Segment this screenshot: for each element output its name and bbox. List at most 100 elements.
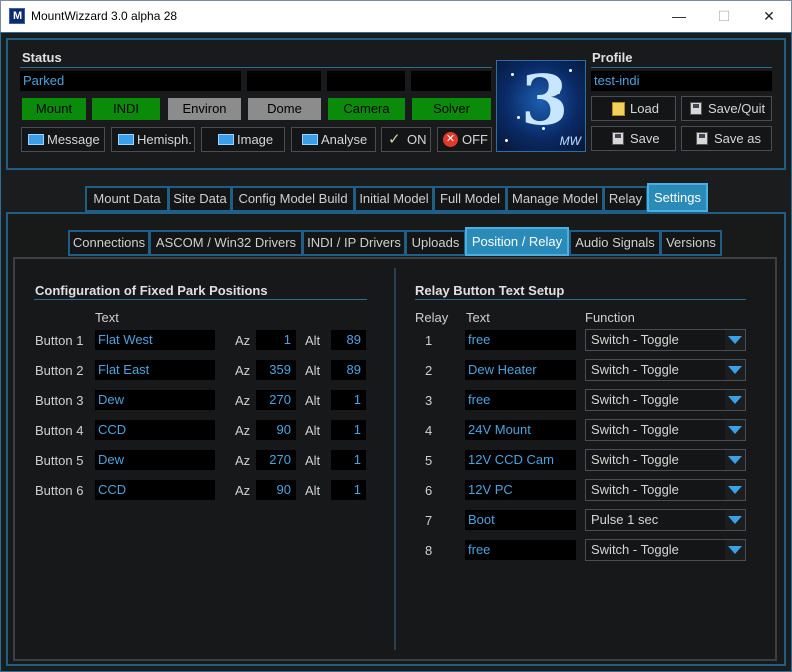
relay-text-field[interactable]: 12V PC [465, 480, 576, 500]
floppy-icon [612, 132, 624, 145]
relay-number: 4 [425, 423, 433, 438]
park-button-label: Button 5 [35, 453, 84, 468]
chevron-down-icon[interactable] [725, 420, 745, 440]
monitor-icon [28, 134, 44, 145]
tab-config-model-build[interactable]: Config Model Build [231, 186, 355, 212]
relay-function-value: Switch - Toggle [591, 362, 679, 377]
chevron-down-icon[interactable] [725, 480, 745, 500]
maximize-button[interactable]: ☐ [701, 1, 747, 32]
az-label: Az [235, 333, 251, 348]
relay-text-field[interactable]: Boot [465, 510, 576, 530]
relay-function-dropdown[interactable]: Switch - Toggle [585, 539, 746, 561]
relay-function-dropdown[interactable]: Switch - Toggle [585, 329, 746, 351]
az-label: Az [235, 483, 251, 498]
floppy-icon [690, 102, 702, 115]
image-button[interactable]: Image [201, 127, 285, 152]
az-field[interactable]: 90 [256, 420, 296, 440]
relay-function-dropdown[interactable]: Switch - Toggle [585, 419, 746, 441]
tab-site-data[interactable]: Site Data [168, 186, 232, 212]
indi-indicator: INDI [92, 98, 160, 120]
relay-number: 5 [425, 453, 433, 468]
alt-field[interactable]: 89 [331, 330, 366, 350]
save-button[interactable]: Save [591, 126, 676, 151]
park-text-field[interactable]: Dew [95, 450, 215, 470]
save-quit-button[interactable]: Save/Quit [681, 96, 772, 121]
park-button-label: Button 4 [35, 423, 84, 438]
alt-label: Alt [305, 423, 321, 438]
relay-function-value: Switch - Toggle [591, 542, 679, 557]
tab-manage-model[interactable]: Manage Model [506, 186, 604, 212]
relay-text-field[interactable]: free [465, 540, 576, 560]
park-text-field[interactable]: Dew [95, 390, 215, 410]
chevron-down-icon[interactable] [725, 450, 745, 470]
off-button[interactable]: ✕ OFF [437, 127, 492, 152]
alt-field[interactable]: 89 [331, 360, 366, 380]
relay-text-field[interactable]: 12V CCD Cam [465, 450, 576, 470]
park-text-field[interactable]: CCD [95, 480, 215, 500]
alt-field[interactable]: 1 [331, 480, 366, 500]
message-button[interactable]: Message [21, 127, 105, 152]
relay-text-column-header: Text [466, 310, 490, 325]
tab-initial-model[interactable]: Initial Model [354, 186, 434, 212]
az-field[interactable]: 270 [256, 450, 296, 470]
alt-field[interactable]: 1 [331, 420, 366, 440]
alt-field[interactable]: 1 [331, 390, 366, 410]
az-field[interactable]: 1 [256, 330, 296, 350]
minimize-button[interactable]: — [656, 1, 702, 32]
profile-heading: Profile [592, 50, 633, 65]
hemisphere-button[interactable]: Hemisph. [111, 127, 195, 152]
relay-function-dropdown[interactable]: Switch - Toggle [585, 479, 746, 501]
chevron-down-icon[interactable] [725, 540, 745, 560]
floppy-icon [696, 132, 708, 145]
tab-indi-drivers[interactable]: INDI / IP Drivers [302, 230, 406, 256]
relay-text-field[interactable]: 24V Mount [465, 420, 576, 440]
relay-text-field[interactable]: Dew Heater [465, 360, 576, 380]
tab-mount-data[interactable]: Mount Data [85, 186, 169, 212]
tab-versions[interactable]: Versions [660, 230, 722, 256]
relay-function-dropdown[interactable]: Pulse 1 sec [585, 509, 746, 531]
dome-indicator: Dome [248, 98, 321, 120]
relay-text-field[interactable]: free [465, 330, 576, 350]
relay-number: 7 [425, 513, 433, 528]
tab-audio-signals[interactable]: Audio Signals [569, 230, 661, 256]
analyse-button[interactable]: Analyse [291, 127, 376, 152]
relay-column-header: Relay [415, 310, 449, 325]
on-button[interactable]: ✓ ON [381, 127, 431, 152]
load-button[interactable]: Load [591, 96, 676, 121]
relay-function-value: Switch - Toggle [591, 392, 679, 407]
tab-position-relay[interactable]: Position / Relay [465, 227, 569, 256]
tab-settings[interactable]: Settings [647, 183, 708, 212]
chevron-down-icon[interactable] [725, 390, 745, 410]
relay-number: 6 [425, 483, 433, 498]
az-label: Az [235, 363, 251, 378]
relay-text-field[interactable]: free [465, 390, 576, 410]
tab-full-model[interactable]: Full Model [433, 186, 507, 212]
park-text-field[interactable]: CCD [95, 420, 215, 440]
az-field[interactable]: 359 [256, 360, 296, 380]
tab-ascom-drivers[interactable]: ASCOM / Win32 Drivers [149, 230, 303, 256]
park-text-field[interactable]: Flat East [95, 360, 215, 380]
az-field[interactable]: 270 [256, 390, 296, 410]
relay-function-dropdown[interactable]: Switch - Toggle [585, 359, 746, 381]
relay-function-dropdown[interactable]: Switch - Toggle [585, 449, 746, 471]
cancel-icon: ✕ [443, 132, 458, 147]
monitor-icon [218, 134, 234, 145]
chevron-down-icon[interactable] [725, 360, 745, 380]
az-field[interactable]: 90 [256, 480, 296, 500]
tab-connections[interactable]: Connections [68, 230, 150, 256]
az-label: Az [235, 393, 251, 408]
save-as-button[interactable]: Save as [681, 126, 772, 151]
chevron-down-icon[interactable] [725, 330, 745, 350]
park-text-field[interactable]: Flat West [95, 330, 215, 350]
window-title: MountWizzard 3.0 alpha 28 [31, 9, 178, 23]
camera-indicator: Camera [328, 98, 405, 120]
relay-function-dropdown[interactable]: Switch - Toggle [585, 389, 746, 411]
close-button[interactable]: ✕ [746, 1, 792, 32]
tab-relay[interactable]: Relay [603, 186, 648, 212]
alt-field[interactable]: 1 [331, 450, 366, 470]
tab-uploads[interactable]: Uploads [405, 230, 466, 256]
chevron-down-icon[interactable] [725, 510, 745, 530]
alt-label: Alt [305, 333, 321, 348]
profile-name-field[interactable]: test-indi [591, 71, 772, 91]
status-field-2 [247, 71, 321, 91]
